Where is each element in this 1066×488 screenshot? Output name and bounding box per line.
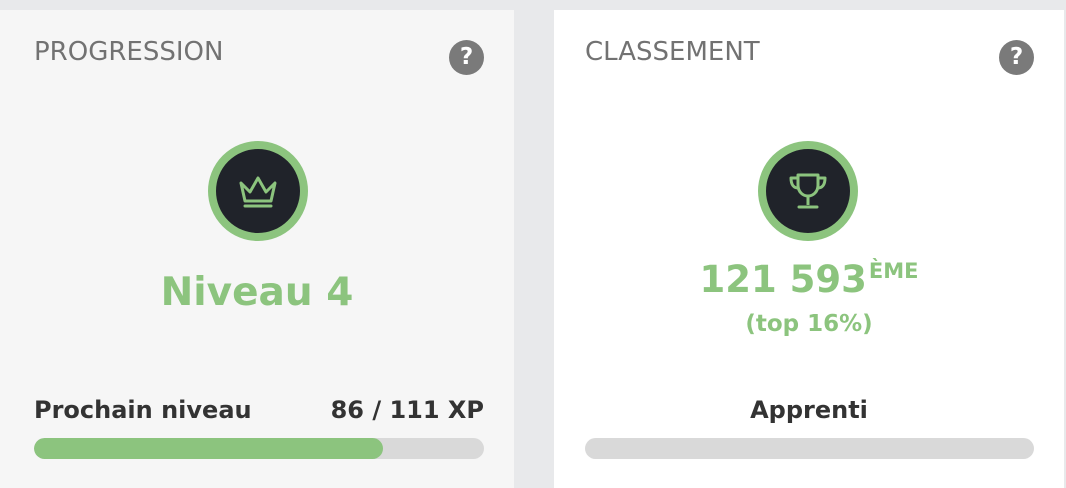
classement-title: CLASSEMENT — [585, 37, 760, 67]
classement-card: CLASSEMENT ? 121 593ÈME (top 16%) Appren… — [554, 10, 1064, 488]
rank-suffix: ÈME — [868, 259, 919, 283]
rank-progress-bar — [585, 438, 1034, 459]
progression-card: PROGRESSION ? Niveau 4 Prochain niveau 8… — [0, 10, 514, 488]
rank-badge — [758, 141, 858, 241]
rank-value: 121 593ÈME — [554, 258, 1064, 301]
xp-value: 86 / 111 XP — [330, 396, 484, 424]
level-badge — [208, 141, 308, 241]
progression-help-icon[interactable]: ? — [449, 40, 484, 75]
level-progress-fill — [34, 438, 383, 459]
level-value: Niveau 4 — [160, 270, 354, 315]
next-level-label: Prochain niveau — [34, 396, 252, 424]
progression-title: PROGRESSION — [34, 37, 224, 67]
rank-top-percent: (top 16%) — [745, 311, 873, 337]
level-progress-bar — [34, 438, 484, 459]
crown-icon — [239, 176, 277, 208]
trophy-icon — [789, 173, 827, 209]
rank-title: Apprenti — [750, 396, 868, 424]
rank-number: 121 593 — [699, 258, 867, 301]
classement-help-icon[interactable]: ? — [999, 40, 1034, 75]
